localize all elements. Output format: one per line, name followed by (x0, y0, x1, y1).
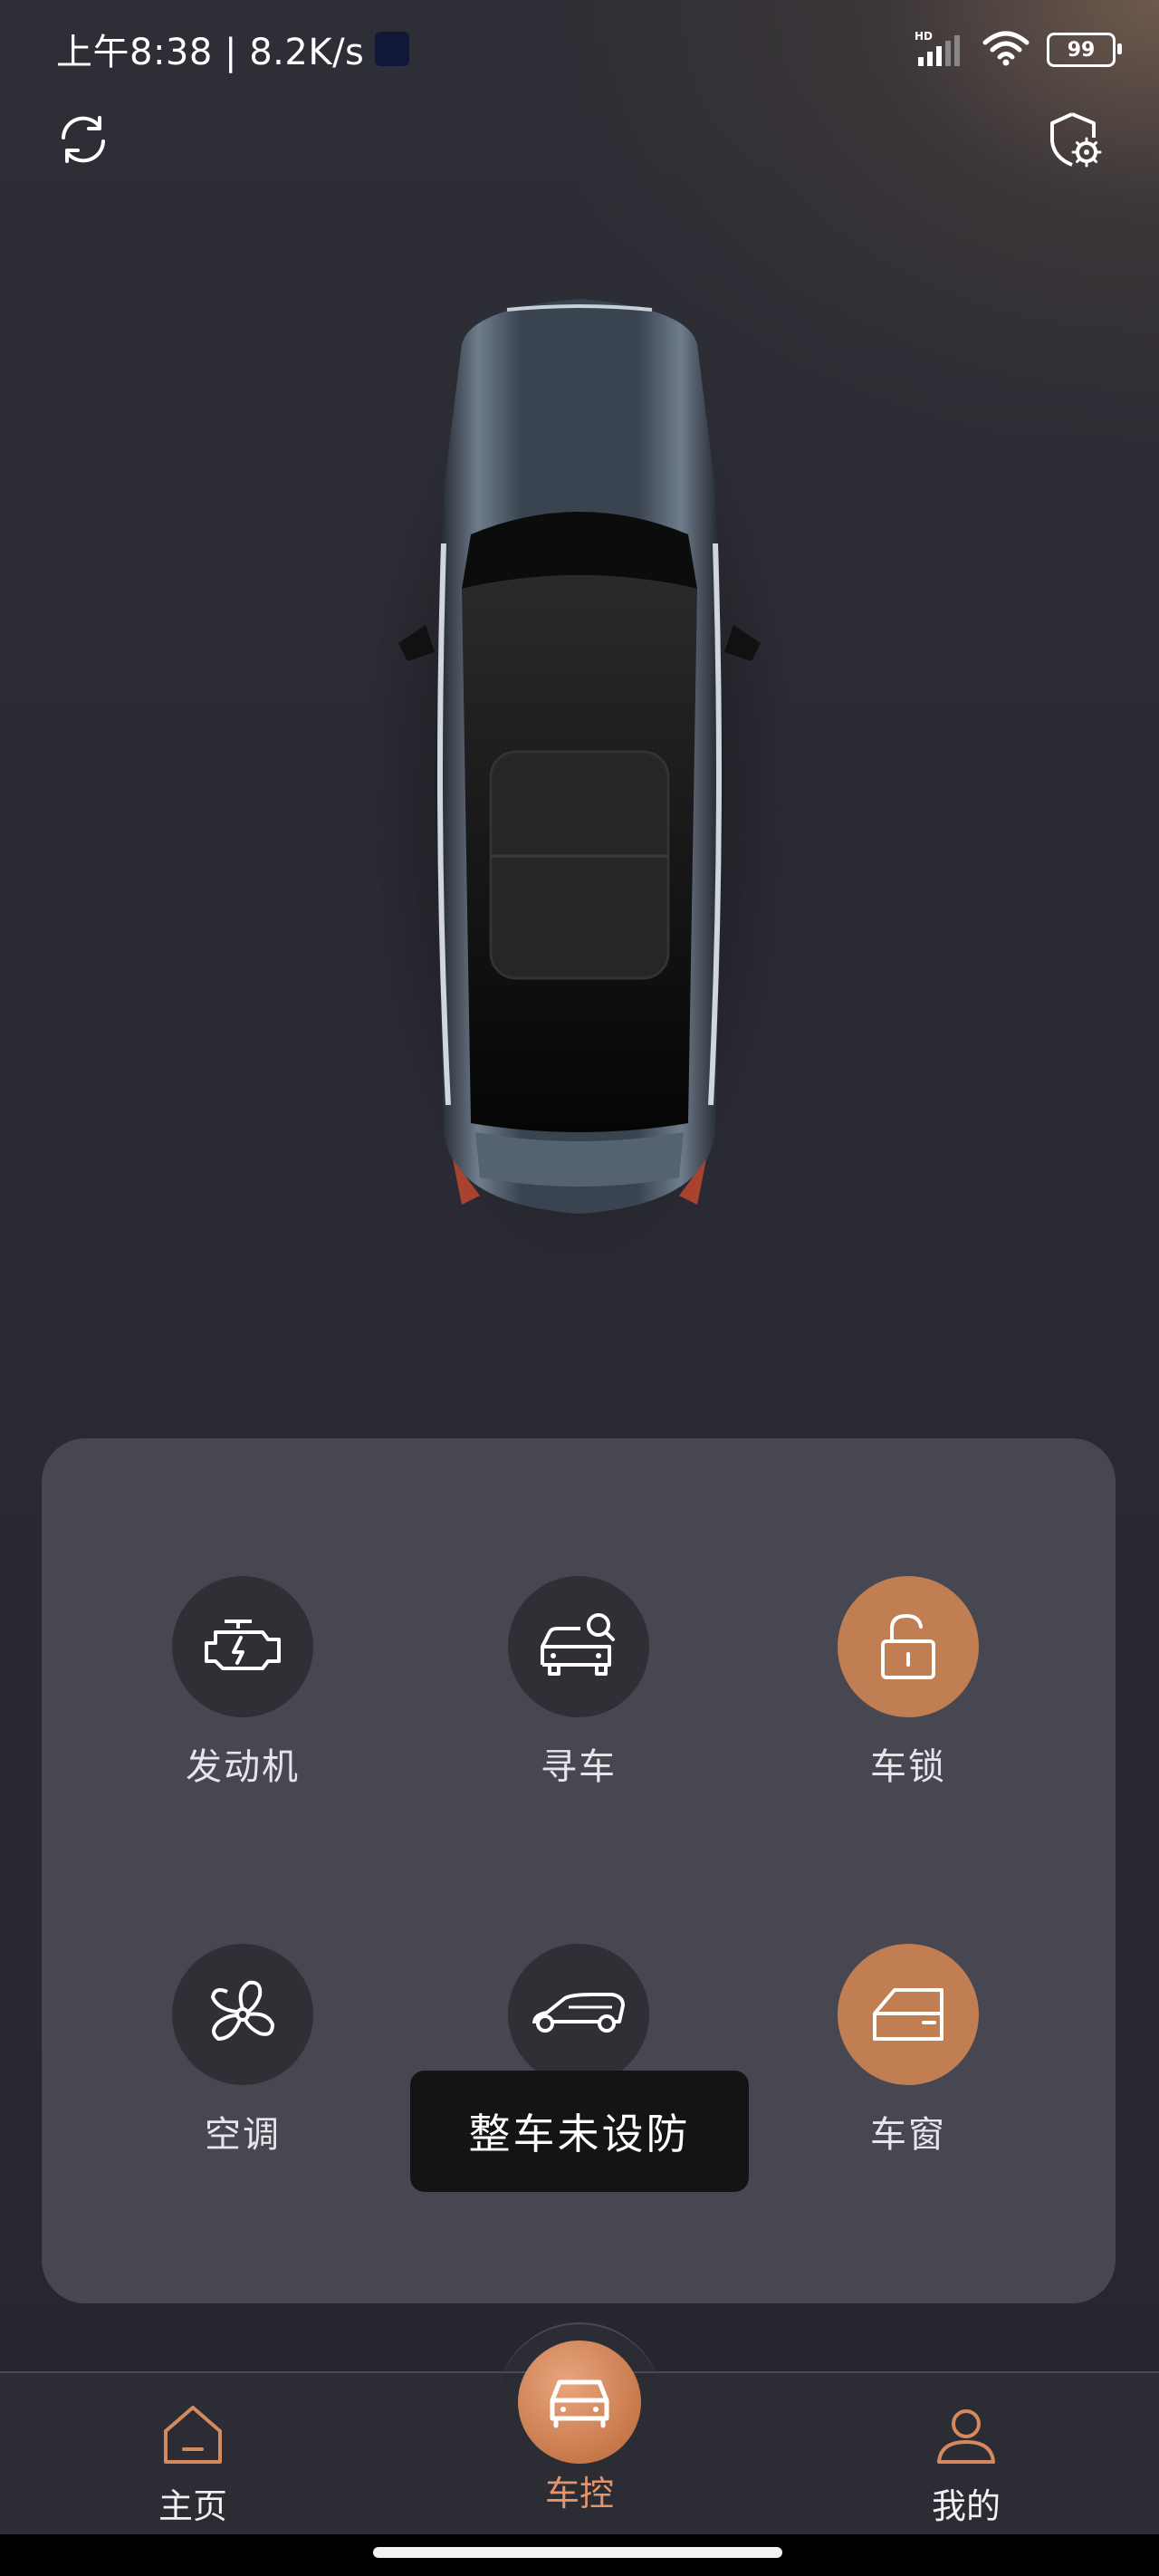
ac-button[interactable] (172, 1944, 313, 2085)
signal-icon: HD (915, 30, 965, 70)
control-window[interactable]: 车窗 (790, 1944, 1026, 2158)
nav-item-mine[interactable]: 我的 (876, 2400, 1057, 2528)
refresh-icon (62, 116, 105, 163)
unlock-icon (881, 1613, 935, 1679)
nav-item-control-button[interactable] (518, 2341, 641, 2464)
control-label: 空调 (205, 2114, 281, 2156)
wifi-icon (982, 30, 1030, 70)
control-label: 发动机 (186, 1746, 300, 1788)
refresh-button[interactable] (49, 105, 118, 174)
nav-item-home[interactable]: 主页 (102, 2400, 283, 2528)
nav-item-control[interactable]: 车控 (489, 2465, 670, 2515)
control-label: 车窗 (870, 2114, 946, 2156)
home-indicator[interactable] (373, 2547, 782, 2558)
status-time: 上午8:38 | 8.2K/s (56, 32, 365, 73)
fan-icon (211, 1980, 274, 2041)
toast-message: 整车未设防 (410, 2071, 749, 2192)
nav-label-mine: 我的 (931, 2486, 1001, 2526)
shield-gear-icon (1050, 112, 1102, 168)
control-engine[interactable]: 发动机 (125, 1576, 360, 1790)
control-ac[interactable]: 空调 (125, 1944, 360, 2158)
user-icon (937, 2409, 995, 2464)
nav-label-control: 车控 (544, 2474, 614, 2514)
car-top-view-image (344, 290, 815, 1286)
engine-icon (205, 1620, 281, 1670)
lock-button[interactable] (838, 1576, 979, 1717)
security-settings-button[interactable] (1039, 105, 1108, 174)
trunk-car-icon (532, 1993, 625, 2033)
status-bar-left: 上午8:38 | 8.2K/s (56, 22, 410, 76)
control-find-car[interactable]: 寻车 (461, 1576, 696, 1790)
home-icon (164, 2406, 222, 2464)
svg-text:HD: HD (915, 30, 933, 43)
control-label: 车锁 (870, 1746, 946, 1788)
engine-button[interactable] (172, 1576, 313, 1717)
find-car-icon (541, 1613, 615, 1676)
nav-label-home: 主页 (158, 2486, 227, 2526)
window-icon (873, 1988, 943, 2041)
window-button[interactable] (838, 1944, 979, 2085)
control-lock[interactable]: 车锁 (790, 1576, 1026, 1790)
status-bar-right: HD 99 (915, 27, 1122, 72)
car-front-icon (550, 2379, 609, 2428)
battery-indicator: 99 (1047, 33, 1122, 67)
control-label: 寻车 (541, 1746, 617, 1788)
app-notification-icon (375, 32, 410, 66)
find-car-button[interactable] (508, 1576, 649, 1717)
trunk-button[interactable] (508, 1944, 649, 2085)
